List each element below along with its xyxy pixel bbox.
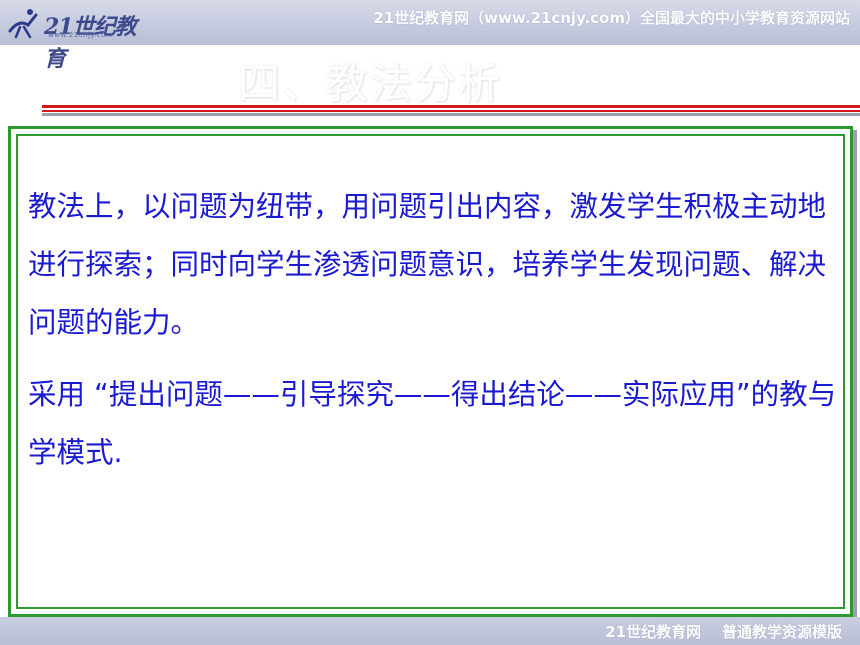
slide-title: 四、教法分析: [238, 59, 503, 108]
teaching-model-paragraph: 采用 “提出问题——引导探究——得出结论——实际应用”的教与学模式.: [28, 378, 837, 469]
title-rule: [42, 105, 860, 108]
footer-text: 21世纪教育网 普通教学资源模版: [605, 623, 842, 641]
footer-bar: 21世纪教育网 普通教学资源模版: [0, 617, 860, 645]
logo-text: 21世纪教育: [44, 14, 137, 72]
site-tagline[interactable]: 21世纪教育网（www.21cnjy.com）全国最大的中小学教育资源网站: [373, 7, 850, 28]
teaching-method-paragraph: 教法上，以问题为纽带，用问题引出内容，激发学生积极主动地进行探索；同时向学生渗透…: [28, 190, 827, 339]
logo-url: www.21cnjy.com: [48, 31, 114, 39]
title-rule-secondary: [42, 110, 860, 112]
site-logo[interactable]: 21世纪教育 www.21cnjy.com: [6, 3, 146, 72]
title-rule-shadow: [42, 113, 860, 116]
runner-logo-icon: [8, 9, 38, 39]
header-banner: 21世纪教育 www.21cnjy.com 21世纪教育网（www.21cnjy…: [0, 0, 860, 72]
